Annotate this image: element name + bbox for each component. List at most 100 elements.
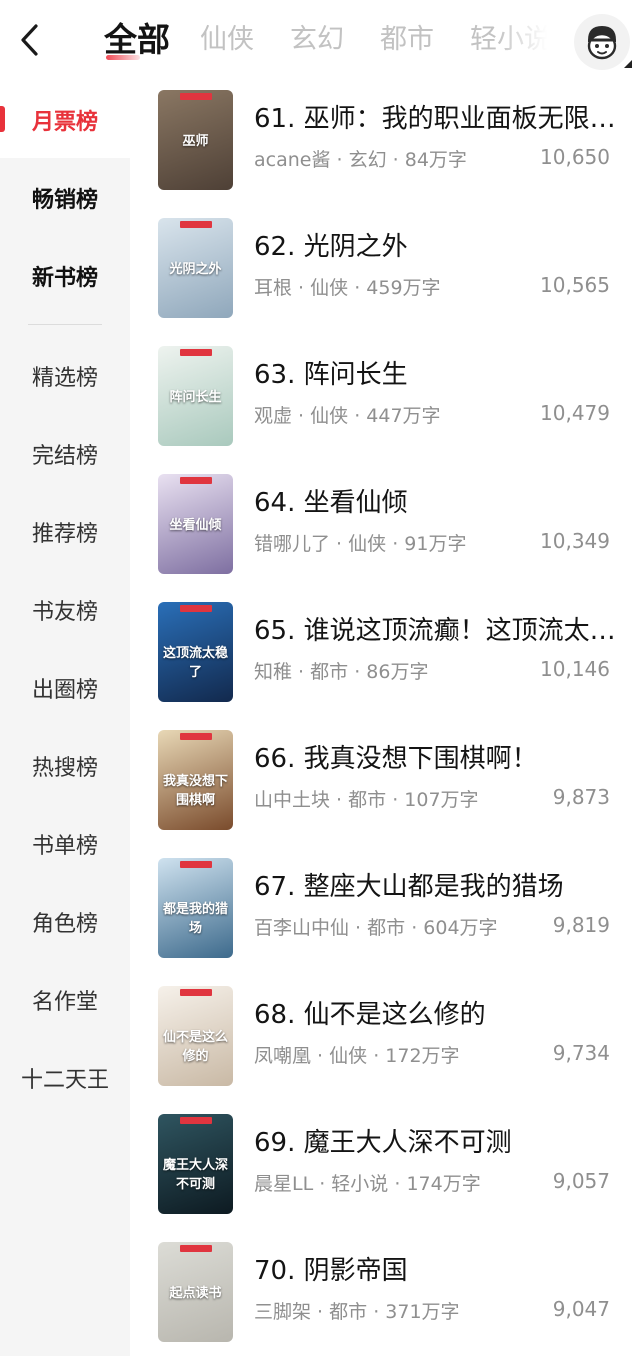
meta-separator: · [292, 277, 311, 299]
sidebar-item-booklist[interactable]: 书单榜 [0, 828, 130, 860]
book-row[interactable]: 阵问长生 63. 阵问长生 观虚 · 仙侠 · 447万字 10,479 [130, 340, 640, 468]
tab-xianxia[interactable]: 仙侠 [200, 14, 254, 66]
book-title[interactable]: 68. 仙不是这么修的 [254, 994, 626, 1031]
book-row[interactable]: 起点读书 70. 阴影帝国 三脚架 · 都市 · 371万字 9,047 [130, 1236, 640, 1356]
meta-separator: · [330, 149, 349, 171]
book-cover[interactable]: 光阴之外 [158, 218, 233, 318]
book-meta: 耳根 · 仙侠 · 459万字 [254, 273, 441, 300]
book-meta: 错哪儿了 · 仙侠 · 91万字 [254, 529, 466, 556]
meta-separator: · [386, 149, 405, 171]
book-cover[interactable]: 阵问长生 [158, 346, 233, 446]
book-word-count: 604万字 [423, 917, 498, 939]
publisher-tag-icon [180, 93, 212, 100]
chevron-left-icon[interactable] [14, 20, 50, 60]
sidebar-item-bestseller[interactable]: 畅销榜 [0, 182, 130, 214]
meta-separator: · [388, 1173, 407, 1195]
publisher-tag-icon [180, 861, 212, 868]
book-word-count: 371万字 [385, 1301, 460, 1323]
sidebar-item-trending-search[interactable]: 热搜榜 [0, 750, 130, 782]
book-cover[interactable]: 都是我的猎场 [158, 858, 233, 958]
tab-all[interactable]: 全部 [104, 14, 170, 66]
book-cover[interactable]: 巫师 [158, 90, 233, 190]
book-row[interactable]: 巫师 61. 巫师：我的职业面板无限加点 acane酱 · 玄幻 · 84万字 10,… [130, 84, 640, 212]
book-row[interactable]: 仙不是这么修的 68. 仙不是这么修的 凤嘲凰 · 仙侠 · 172万字 9,734 [130, 980, 640, 1108]
meta-separator: · [349, 917, 368, 939]
book-cover[interactable]: 起点读书 [158, 1242, 233, 1342]
vote-count: 9,057 [552, 1169, 610, 1193]
book-meta: 三脚架 · 都市 · 371万字 [254, 1297, 460, 1324]
top-header: 全部仙侠玄幻都市轻小说 [0, 0, 640, 84]
publisher-tag-icon [180, 733, 212, 740]
book-title[interactable]: 62. 光阴之外 [254, 226, 626, 263]
book-row[interactable]: 我真没想下围棋啊 66. 我真没想下围棋啊！ 山中土块 · 都市 · 107万字 9,… [130, 724, 640, 852]
book-word-count: 172万字 [385, 1045, 460, 1067]
book-genre: 玄幻 [348, 149, 387, 171]
cover-title: 起点读书 [169, 1286, 222, 1301]
book-author: 耳根 [254, 277, 293, 299]
book-row[interactable]: 这顶流太稳了 65. 谁说这顶流癫！这顶流太稳了 知稚 · 都市 · 86万字 10,… [130, 596, 640, 724]
book-author: 观虚 [254, 405, 293, 427]
book-author: 晨星LL [254, 1173, 314, 1195]
sidebar-item-character[interactable]: 角色榜 [0, 906, 130, 938]
book-title[interactable]: 66. 我真没想下围棋啊！ [254, 738, 626, 775]
publisher-tag-icon [180, 989, 212, 996]
book-title[interactable]: 69. 魔王大人深不可测 [254, 1122, 626, 1159]
meta-separator: · [386, 789, 405, 811]
category-tabs: 全部仙侠玄幻都市轻小说 [104, 14, 556, 70]
vote-count: 9,734 [552, 1041, 610, 1065]
sidebar-item-breakout[interactable]: 出圈榜 [0, 672, 130, 704]
book-meta: 山中土块 · 都市 · 107万字 [254, 785, 479, 812]
sidebar-item-new-book[interactable]: 新书榜 [0, 260, 130, 292]
book-author: 知稚 [254, 661, 293, 683]
book-author: 凤嘲凰 [254, 1045, 312, 1067]
book-author: acane酱 [254, 149, 331, 171]
vote-count: 9,819 [552, 913, 610, 937]
cartoon-avatar-icon[interactable] [574, 14, 632, 70]
cover-title: 这顶流太稳了 [162, 646, 228, 680]
meta-separator: · [367, 1301, 386, 1323]
vote-count: 10,650 [540, 145, 610, 169]
book-title[interactable]: 67. 整座大山都是我的猎场 [254, 866, 626, 903]
book-genre: 仙侠 [310, 405, 349, 427]
vote-count: 9,873 [552, 785, 610, 809]
book-author: 错哪儿了 [254, 533, 331, 555]
vote-count: 10,565 [540, 273, 610, 297]
meta-separator: · [311, 1301, 330, 1323]
sidebar-item-featured[interactable]: 精选榜 [0, 360, 130, 392]
sidebar-item-completed[interactable]: 完结榜 [0, 438, 130, 470]
tab-dushi[interactable]: 都市 [380, 14, 434, 66]
tab-xuanhuan[interactable]: 玄幻 [290, 14, 344, 66]
meta-separator: · [348, 277, 367, 299]
book-genre: 都市 [310, 661, 349, 683]
sidebar-item-reader-favorite[interactable]: 书友榜 [0, 594, 130, 626]
book-row[interactable]: 坐看仙倾 64. 坐看仙倾错哪儿了 · 仙侠 · 91万字 10,349 [130, 468, 640, 596]
book-row[interactable]: 光阴之外 62. 光阴之外耳根 · 仙侠 · 459万字 10,565 [130, 212, 640, 340]
meta-separator: · [386, 533, 405, 555]
sidebar-item-twelve-kings[interactable]: 十二天王 [0, 1062, 130, 1094]
active-tab-indicator [106, 55, 140, 60]
book-title[interactable]: 61. 巫师：我的职业面板无限加点 [254, 98, 626, 135]
book-title[interactable]: 63. 阵问长生 [254, 354, 626, 391]
cover-title: 巫师 [182, 134, 209, 149]
book-cover[interactable]: 我真没想下围棋啊 [158, 730, 233, 830]
sidebar-item-recommended[interactable]: 推荐榜 [0, 516, 130, 548]
dropdown-corner-icon [624, 60, 632, 68]
sidebar-item-monthly-ticket[interactable]: 月票榜 [0, 104, 130, 136]
book-title[interactable]: 64. 坐看仙倾 [254, 482, 626, 519]
sidebar-item-masterpiece-hall[interactable]: 名作堂 [0, 984, 130, 1016]
meta-separator: · [330, 789, 349, 811]
book-row[interactable]: 都是我的猎场 67. 整座大山都是我的猎场 百李山中仙 · 都市 · 604万字 9,… [130, 852, 640, 980]
book-meta: 知稚 · 都市 · 86万字 [254, 657, 428, 684]
meta-separator: · [311, 1045, 330, 1067]
cover-title: 坐看仙倾 [169, 518, 222, 533]
book-cover[interactable]: 魔王大人深不可测 [158, 1114, 233, 1214]
book-cover[interactable]: 坐看仙倾 [158, 474, 233, 574]
book-cover[interactable]: 仙不是这么修的 [158, 986, 233, 1086]
book-cover[interactable]: 这顶流太稳了 [158, 602, 233, 702]
book-genre: 轻小说 [331, 1173, 389, 1195]
book-row[interactable]: 魔王大人深不可测 69. 魔王大人深不可测 晨星LL · 轻小说 · 174万字 9,… [130, 1108, 640, 1236]
vote-count: 10,349 [540, 529, 610, 553]
book-genre: 都市 [329, 1301, 368, 1323]
book-title[interactable]: 70. 阴影帝国 [254, 1250, 626, 1287]
book-title[interactable]: 65. 谁说这顶流癫！这顶流太稳了 [254, 610, 626, 647]
